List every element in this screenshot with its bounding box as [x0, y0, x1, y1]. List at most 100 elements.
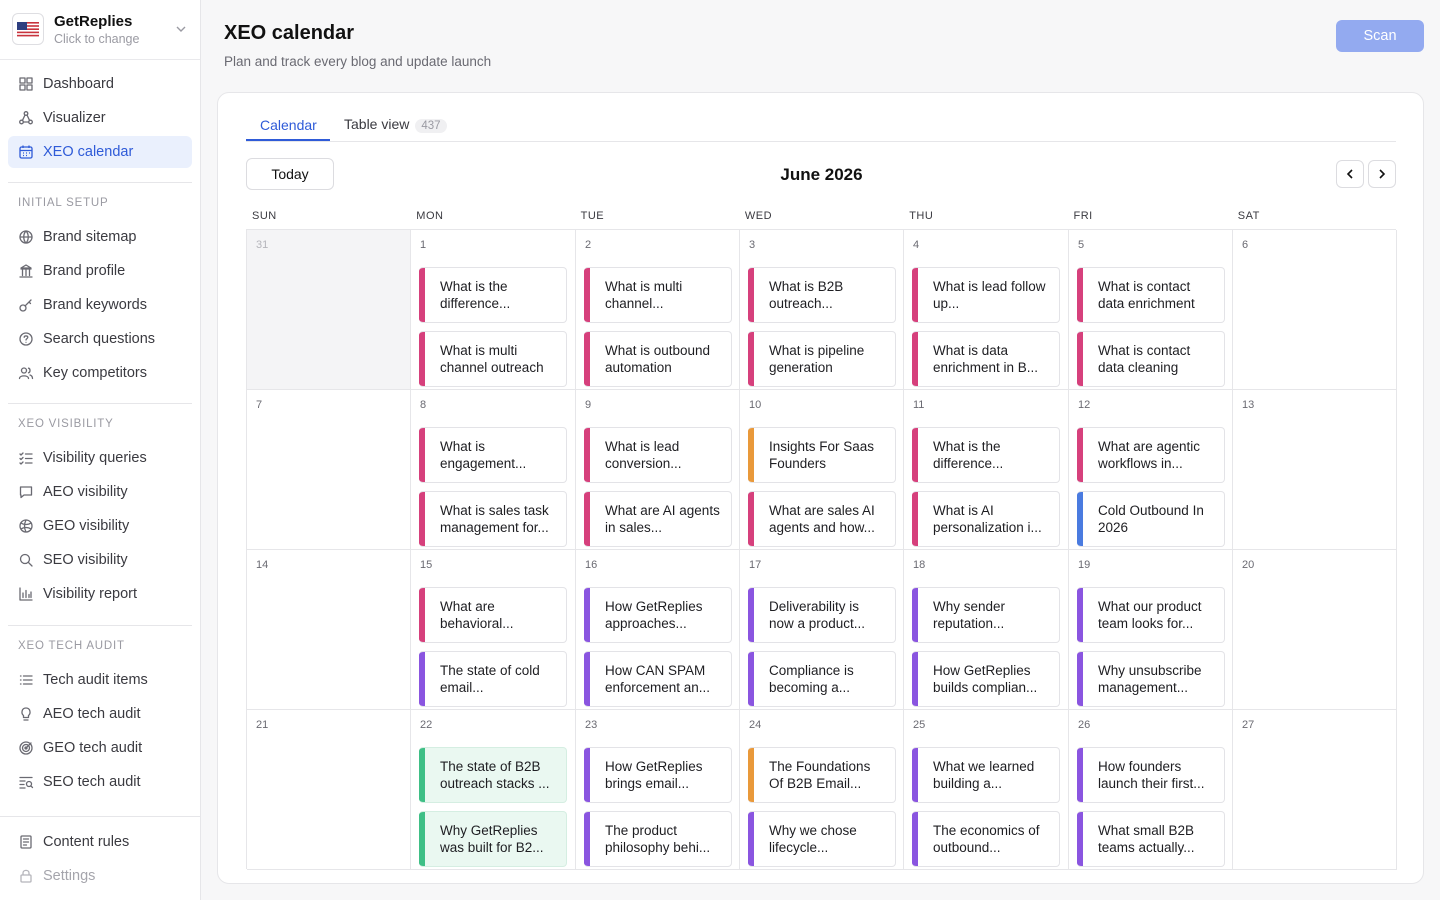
calendar-event[interactable]: What is multi channel outreach [419, 331, 567, 387]
day-cell[interactable]: 14 [247, 550, 411, 710]
calendar-event[interactable]: Deliverability is now a product... [748, 587, 896, 643]
day-cell[interactable]: 26 How founders launch their first... What… [1069, 710, 1233, 870]
day-cell[interactable]: 21 [247, 710, 411, 870]
calendar-event[interactable]: Why GetReplies was built for B2... [419, 811, 567, 867]
calendar-event[interactable]: What is AI personalization i... [912, 491, 1060, 547]
sidebar-item-key-competitors[interactable]: Key competitors [8, 357, 192, 389]
tab-table-view[interactable]: Table view 437 [344, 116, 447, 133]
sidebar-item-content-rules[interactable]: Content rules [8, 826, 192, 858]
sidebar-item-geo-tech-audit[interactable]: GEO tech audit [8, 732, 192, 764]
calendar-event[interactable]: What is lead conversion... [584, 427, 732, 483]
day-cell[interactable]: 24 The Foundations Of B2B Email... Why we … [740, 710, 904, 870]
day-cell[interactable]: 8 What is engagement... What is sales task… [411, 390, 576, 550]
calendar-event[interactable]: What is the difference... [912, 427, 1060, 483]
day-cell[interactable]: 15 What are behavioral... The state of col… [411, 550, 576, 710]
calendar-event[interactable]: Insights For Saas Founders [748, 427, 896, 483]
day-cell[interactable]: 10 Insights For Saas Founders What are sal… [740, 390, 904, 550]
day-cell[interactable]: 27 [1233, 710, 1397, 870]
calendar-event[interactable]: What are sales AI agents and how... [748, 491, 896, 547]
calendar-event[interactable]: The state of B2B outreach stacks ... [419, 747, 567, 803]
calendar-event[interactable]: What is outbound automation [584, 331, 732, 387]
calendar-event[interactable]: What our product team looks for... [1077, 587, 1225, 643]
sidebar-item-settings[interactable]: Settings [8, 860, 192, 892]
calendar-event[interactable]: What are AI agents in sales... [584, 491, 732, 547]
calendar-event[interactable]: What is contact data enrichment [1077, 267, 1225, 323]
event-title: Why unsubscribe management... [1098, 663, 1202, 695]
event-color-bar [1077, 652, 1083, 706]
calendar-event[interactable]: Why sender reputation... [912, 587, 1060, 643]
calendar-event[interactable]: The product philosophy behi... [584, 811, 732, 867]
calendar-event[interactable]: What is data enrichment in B... [912, 331, 1060, 387]
sidebar-divider [8, 182, 192, 183]
calendar-event[interactable]: Cold Outbound In 2026 [1077, 491, 1225, 547]
event-title: Why GetReplies was built for B2... [440, 823, 544, 855]
sidebar-item-search-questions[interactable]: Search questions [8, 323, 192, 355]
prev-month-button[interactable] [1336, 160, 1364, 188]
calendar-event[interactable]: What is multi channel... [584, 267, 732, 323]
sidebar-item-aeo-visibility[interactable]: AEO visibility [8, 476, 192, 508]
calendar-event[interactable]: Why unsubscribe management... [1077, 651, 1225, 707]
calendar-event[interactable]: What is contact data cleaning [1077, 331, 1225, 387]
day-cell[interactable]: 16 How GetReplies approaches... How CAN SP… [576, 550, 740, 710]
calendar-event[interactable]: What are agentic workflows in... [1077, 427, 1225, 483]
sidebar-item-aeo-tech-audit[interactable]: AEO tech audit [8, 698, 192, 730]
calendar-event[interactable]: Why we chose lifecycle... [748, 811, 896, 867]
sidebar-item-brand-sitemap[interactable]: Brand sitemap [8, 221, 192, 253]
sidebar-item-xeo-calendar[interactable]: XEO calendar [8, 136, 192, 168]
calendar-event[interactable]: What we learned building a... [912, 747, 1060, 803]
day-cell[interactable]: 18 Why sender reputation... How GetReplies… [904, 550, 1069, 710]
day-cell[interactable]: 9 What is lead conversion... What are AI a… [576, 390, 740, 550]
sidebar-item-visualizer[interactable]: Visualizer [8, 102, 192, 134]
day-cell[interactable]: 22 The state of B2B outreach stacks ... Wh… [411, 710, 576, 870]
calendar-event[interactable]: What is pipeline generation [748, 331, 896, 387]
sidebar-item-seo-visibility[interactable]: SEO visibility [8, 544, 192, 576]
calendar-event[interactable]: What is B2B outreach... [748, 267, 896, 323]
tab-calendar[interactable]: Calendar [260, 117, 317, 133]
calendar-event[interactable]: The Foundations Of B2B Email... [748, 747, 896, 803]
sidebar-item-seo-tech-audit[interactable]: SEO tech audit [8, 766, 192, 798]
day-cell[interactable]: 4 What is lead follow up... What is data e… [904, 230, 1069, 390]
event-color-bar [419, 748, 425, 802]
calendar-event[interactable]: What are behavioral... [419, 587, 567, 643]
day-cell[interactable]: 13 [1233, 390, 1397, 550]
sidebar-item-geo-visibility[interactable]: GEO visibility [8, 510, 192, 542]
calendar-event[interactable]: How GetReplies brings email... [584, 747, 732, 803]
sidebar-item-brand-keywords[interactable]: Brand keywords [8, 289, 192, 321]
next-month-button[interactable] [1368, 160, 1396, 188]
sidebar: GetReplies Click to change Dashboard Visu… [0, 0, 201, 900]
sidebar-item-visibility-report[interactable]: Visibility report [8, 578, 192, 610]
day-cell[interactable]: 19 What our product team looks for... Why … [1069, 550, 1233, 710]
sidebar-item-dashboard[interactable]: Dashboard [8, 68, 192, 100]
calendar-event[interactable]: The economics of outbound... [912, 811, 1060, 867]
brand-switcher[interactable]: GetReplies Click to change [0, 0, 200, 60]
calendar-event[interactable]: What is lead follow up... [912, 267, 1060, 323]
day-cell[interactable]: 3 What is B2B outreach... What is pipeline… [740, 230, 904, 390]
day-cell[interactable]: 20 [1233, 550, 1397, 710]
calendar-event[interactable]: What small B2B teams actually... [1077, 811, 1225, 867]
calendar-event[interactable]: How GetReplies approaches... [584, 587, 732, 643]
day-cell[interactable]: 17 Deliverability is now a product... Comp… [740, 550, 904, 710]
calendar-event[interactable]: What is the difference... [419, 267, 567, 323]
day-cell[interactable]: 7 [247, 390, 411, 550]
day-cell[interactable]: 25 What we learned building a... The econo… [904, 710, 1069, 870]
calendar-event[interactable]: How GetReplies builds complian... [912, 651, 1060, 707]
calendar-event[interactable]: Compliance is becoming a... [748, 651, 896, 707]
calendar-event[interactable]: How founders launch their first... [1077, 747, 1225, 803]
calendar-event[interactable]: What is engagement... [419, 427, 567, 483]
day-cell[interactable]: 12 What are agentic workflows in... Cold O… [1069, 390, 1233, 550]
day-cell[interactable]: 23 How GetReplies brings email... The prod… [576, 710, 740, 870]
day-cell[interactable]: 11 What is the difference... What is AI pe… [904, 390, 1069, 550]
sidebar-item-visibility-queries[interactable]: Visibility queries [8, 442, 192, 474]
day-cell[interactable]: 31 [247, 230, 411, 390]
calendar-event[interactable]: The state of cold email... [419, 651, 567, 707]
sidebar-item-tech-audit-items[interactable]: Tech audit items [8, 664, 192, 696]
chevron-left-icon [1346, 169, 1353, 179]
scan-button[interactable]: Scan [1336, 20, 1424, 52]
day-cell[interactable]: 1 What is the difference... What is multi … [411, 230, 576, 390]
calendar-event[interactable]: How CAN SPAM enforcement an... [584, 651, 732, 707]
day-cell[interactable]: 6 [1233, 230, 1397, 390]
sidebar-item-brand-profile[interactable]: Brand profile [8, 255, 192, 287]
day-cell[interactable]: 2 What is multi channel... What is outboun… [576, 230, 740, 390]
day-cell[interactable]: 5 What is contact data enrichment What is … [1069, 230, 1233, 390]
calendar-event[interactable]: What is sales task management for... [419, 491, 567, 547]
